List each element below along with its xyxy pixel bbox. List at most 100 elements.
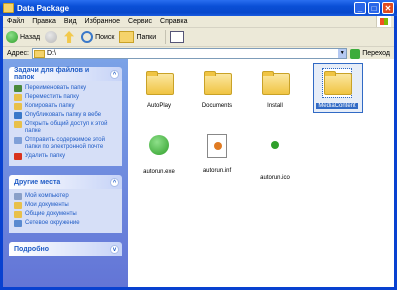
task-share[interactable]: Открыть общий доступ к этой папке <box>14 121 117 135</box>
address-label: Адрес: <box>7 50 29 57</box>
window-title: Data Package <box>17 3 70 13</box>
application-icon <box>145 135 173 163</box>
search-button[interactable]: Поиск <box>81 31 114 43</box>
minimize-button[interactable]: _ <box>354 2 366 14</box>
title-bar[interactable]: Data Package _ □ ✕ <box>0 0 397 16</box>
file-view[interactable]: AutoPlay Documents Install MediaContent … <box>128 59 394 287</box>
document-icon <box>207 134 227 158</box>
folders-icon <box>119 31 135 43</box>
file-item-autorun-ico[interactable]: autorun.ico <box>254 131 296 181</box>
maximize-button[interactable]: □ <box>368 2 380 14</box>
image-icon <box>271 141 279 149</box>
close-button[interactable]: ✕ <box>382 2 394 14</box>
menu-help[interactable]: Справка <box>160 18 187 25</box>
globe-icon <box>149 135 169 155</box>
task-label: Отправить содержимое этой папки по элект… <box>25 137 105 150</box>
copy-icon <box>14 103 22 110</box>
collapse-icon[interactable]: ^ <box>110 177 119 187</box>
search-icon <box>81 31 94 43</box>
chevron-down-icon[interactable]: ▼ <box>338 49 347 58</box>
details-panel-header[interactable]: Подробно v <box>9 242 122 256</box>
task-label: Копировать папку <box>25 103 75 109</box>
tasks-panel: Задачи для файлов и папок ^ Переименоват… <box>9 67 122 166</box>
places-panel-header[interactable]: Другие места ^ <box>9 175 122 189</box>
menu-favorites[interactable]: Избранное <box>85 18 120 25</box>
file-item-documents[interactable]: Documents <box>196 69 238 109</box>
file-item-autoplay[interactable]: AutoPlay <box>138 69 180 109</box>
file-name: MediaContent <box>316 103 358 109</box>
task-label: Удалить папку <box>25 153 66 159</box>
tasks-panel-title: Задачи для файлов и папок <box>14 67 90 81</box>
shared-folder-icon <box>14 211 22 218</box>
documents-icon <box>14 202 22 209</box>
menu-view[interactable]: Вид <box>64 18 77 25</box>
go-button[interactable]: Переход <box>350 48 390 59</box>
task-move[interactable]: Переместить папку <box>14 94 117 101</box>
views-icon <box>170 31 185 43</box>
email-icon <box>14 137 22 144</box>
task-email[interactable]: Отправить содержимое этой папки по элект… <box>14 137 117 151</box>
move-icon <box>14 94 22 101</box>
folder-icon <box>261 69 290 97</box>
forward-arrow-icon <box>45 31 58 43</box>
up-button[interactable] <box>64 31 76 43</box>
back-label: Назад <box>20 33 41 41</box>
tasks-panel-header[interactable]: Задачи для файлов и папок ^ <box>9 67 122 81</box>
address-field[interactable]: D:\ ▼ <box>31 48 348 59</box>
network-icon <box>14 220 22 227</box>
toolbar-separator <box>165 30 167 44</box>
go-arrow-icon <box>350 48 361 59</box>
folder-icon <box>322 68 352 98</box>
folders-label: Папки <box>136 33 157 41</box>
drive-icon <box>33 50 45 58</box>
file-item-autorun-exe[interactable]: autorun.exe <box>138 131 180 175</box>
file-name: autorun.ico <box>260 175 290 181</box>
places-panel: Другие места ^ Мой компьютер Мои докумен… <box>9 175 122 233</box>
places-panel-body: Мой компьютер Мои документы Общие докуме… <box>9 189 122 233</box>
settings-file-icon <box>203 134 231 162</box>
task-label: Опубликовать папку в вебе <box>25 112 102 118</box>
file-name: autorun.inf <box>202 168 232 174</box>
folders-button[interactable]: Папки <box>119 31 156 43</box>
task-publish[interactable]: Опубликовать папку в вебе <box>14 112 117 119</box>
places-panel-title: Другие места <box>14 178 61 186</box>
menu-bar: Файл Правка Вид Избранное Сервис Справка <box>3 16 394 28</box>
file-item-install[interactable]: Install <box>254 69 296 109</box>
place-my-computer[interactable]: Мой компьютер <box>14 193 117 200</box>
menu-tools[interactable]: Сервис <box>128 18 152 25</box>
place-shared-documents[interactable]: Общие документы <box>14 211 117 218</box>
task-rename[interactable]: Переименовать папку <box>14 85 117 92</box>
go-label: Переход <box>362 50 390 57</box>
forward-button[interactable] <box>45 31 59 43</box>
folder-icon <box>3 3 14 13</box>
toolbar: Назад Поиск Папки <box>3 28 394 47</box>
file-item-mediacontent[interactable]: MediaContent <box>316 68 358 109</box>
place-label: Общие документы <box>25 211 77 217</box>
content-area: Задачи для файлов и папок ^ Переименоват… <box>3 59 394 287</box>
back-button[interactable]: Назад <box>6 31 40 43</box>
file-name: autorun.exe <box>143 169 175 175</box>
place-label: Мой компьютер <box>25 193 69 199</box>
expand-icon[interactable]: v <box>110 244 119 254</box>
task-delete[interactable]: Удалить папку <box>14 153 117 160</box>
file-item-autorun-inf[interactable]: autorun.inf <box>196 131 238 174</box>
menu-edit[interactable]: Правка <box>32 18 56 25</box>
file-name: AutoPlay <box>146 103 171 109</box>
folder-icon <box>145 69 174 97</box>
task-label: Переместить папку <box>25 94 79 100</box>
task-copy[interactable]: Копировать папку <box>14 103 117 110</box>
task-pane: Задачи для файлов и папок ^ Переименоват… <box>3 59 128 287</box>
views-button[interactable] <box>170 31 185 43</box>
collapse-icon[interactable]: ^ <box>110 69 119 79</box>
place-network[interactable]: Сетевое окружение <box>14 220 117 227</box>
place-my-documents[interactable]: Мои документы <box>14 202 117 209</box>
task-label: Переименовать папку <box>25 85 87 91</box>
address-value: D:\ <box>46 50 56 57</box>
details-panel-title: Подробно <box>14 245 50 253</box>
menu-file[interactable]: Файл <box>7 18 24 25</box>
folder-up-icon <box>64 31 75 43</box>
tasks-panel-body: Переименовать папку Переместить папку Ко… <box>9 81 122 166</box>
share-icon <box>14 121 22 128</box>
window-controls: _ □ ✕ <box>354 2 394 14</box>
computer-icon <box>14 193 22 200</box>
